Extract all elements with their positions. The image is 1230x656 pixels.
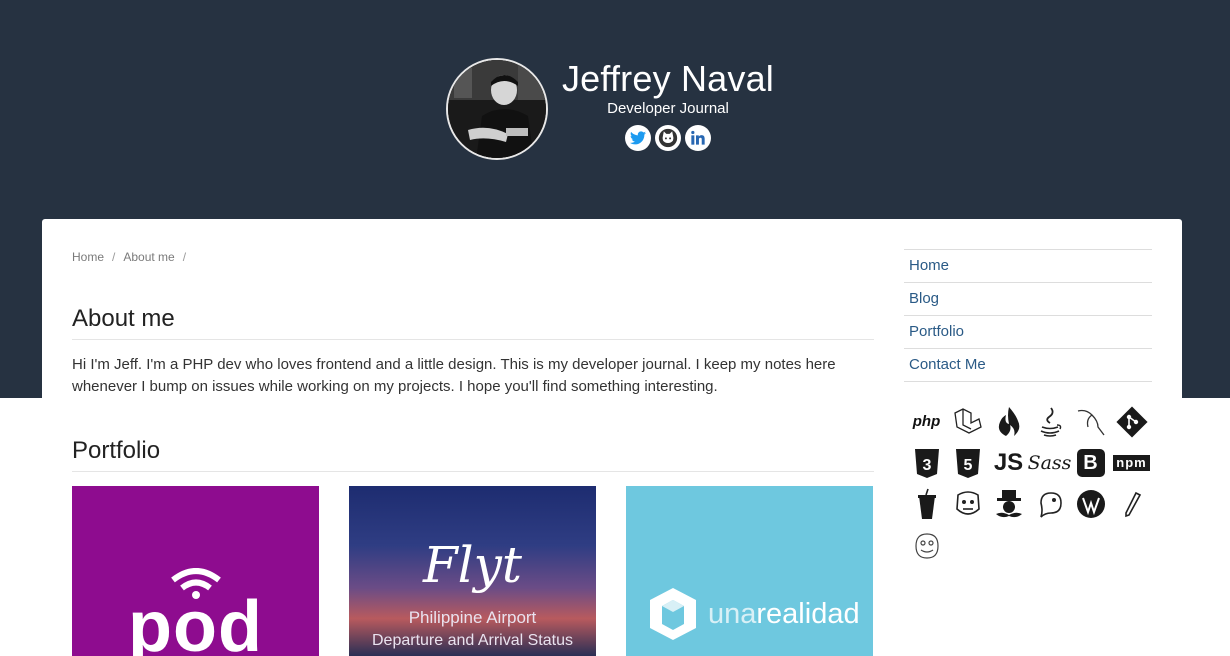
java-icon bbox=[1029, 401, 1070, 442]
codeigniter-icon bbox=[988, 401, 1029, 442]
sidebar-item-portfolio[interactable]: Portfolio bbox=[904, 316, 1152, 349]
flyt-wordmark: Flyt bbox=[422, 536, 523, 594]
pod-wordmark: pod bbox=[128, 587, 263, 656]
brand-block: Jeffrey Naval Developer Journal bbox=[557, 58, 779, 151]
linkedin-icon bbox=[691, 130, 705, 145]
breadcrumb-home[interactable]: Home bbox=[72, 250, 104, 264]
css3-label: 3 bbox=[922, 457, 931, 474]
portfolio-item-unarealidad[interactable]: unarealidad bbox=[626, 486, 873, 656]
github-icon bbox=[658, 128, 678, 148]
breadcrumb-separator: / bbox=[182, 250, 187, 264]
twitter-icon bbox=[630, 131, 646, 145]
pencil-icon bbox=[1111, 483, 1152, 524]
breadcrumb: Home / About me / bbox=[72, 250, 186, 264]
breadcrumb-separator: / bbox=[112, 250, 116, 264]
about-heading: About me bbox=[72, 305, 874, 340]
bootstrap-icon: B bbox=[1070, 442, 1111, 483]
wordpress-icon bbox=[1070, 483, 1111, 524]
avatar bbox=[446, 58, 548, 160]
portfolio-grid: pod Flyt Philippine Airport Departure an… bbox=[72, 486, 873, 656]
site-subtitle: Developer Journal bbox=[607, 100, 729, 117]
php-label: php bbox=[912, 413, 941, 430]
sidebar-nav: Home Blog Portfolio Contact Me bbox=[904, 249, 1152, 382]
npm-label: npm bbox=[1113, 454, 1150, 471]
sidebar-item-blog[interactable]: Blog bbox=[904, 283, 1152, 316]
bower-icon bbox=[906, 524, 947, 565]
css3-icon: 3 bbox=[906, 442, 947, 483]
html5-icon: 5 bbox=[947, 442, 988, 483]
mysql-icon bbox=[1070, 401, 1111, 442]
content-card: Home / About me / About me Hi I'm Jeff. … bbox=[42, 219, 1182, 656]
javascript-icon: JS bbox=[988, 442, 1029, 483]
sass-label: Sass bbox=[1027, 451, 1072, 474]
javascript-label: JS bbox=[993, 448, 1024, 476]
flyt-caption: Philippine Airport bbox=[408, 608, 537, 627]
avatar-photo bbox=[448, 60, 546, 158]
npm-icon: npm bbox=[1111, 442, 1152, 483]
composer-icon bbox=[988, 483, 1029, 524]
linkedin-link[interactable] bbox=[685, 125, 711, 151]
sidebar-item-contact[interactable]: Contact Me bbox=[904, 349, 1152, 382]
flyt-caption-2: Departure and Arrival Status bbox=[372, 632, 573, 649]
grunt-icon bbox=[947, 483, 988, 524]
breadcrumb-about[interactable]: About me bbox=[123, 250, 174, 264]
php-icon: php bbox=[906, 401, 947, 442]
unarealidad-wordmark-right: realidad bbox=[756, 598, 860, 630]
skills-grid: php 3 5 JS Sass B npm bbox=[906, 401, 1156, 565]
unarealidad-wordmark-left: una bbox=[708, 598, 757, 630]
sidebar-item-home[interactable]: Home bbox=[904, 250, 1152, 283]
about-text: Hi I'm Jeff. I'm a PHP dev who loves fro… bbox=[72, 356, 836, 395]
social-links bbox=[557, 125, 779, 151]
git-icon bbox=[1111, 401, 1152, 442]
html5-label: 5 bbox=[963, 457, 972, 474]
github-link[interactable] bbox=[655, 125, 681, 151]
portfolio-item-flyt[interactable]: Flyt Philippine Airport Departure and Ar… bbox=[349, 486, 596, 656]
unarealidad-wordmark: unarealidad bbox=[708, 598, 860, 631]
sass-icon: Sass bbox=[1027, 442, 1072, 483]
portfolio-item-pod[interactable]: pod bbox=[72, 486, 319, 656]
laravel-icon bbox=[947, 401, 988, 442]
twitter-link[interactable] bbox=[625, 125, 651, 151]
portfolio-heading: Portfolio bbox=[72, 437, 874, 472]
phpunit-icon bbox=[1029, 483, 1070, 524]
unarealidad-cube-icon bbox=[650, 588, 696, 640]
bootstrap-label: B bbox=[1076, 448, 1105, 477]
site-title: Jeffrey Naval bbox=[561, 58, 775, 99]
gulp-icon bbox=[906, 483, 947, 524]
